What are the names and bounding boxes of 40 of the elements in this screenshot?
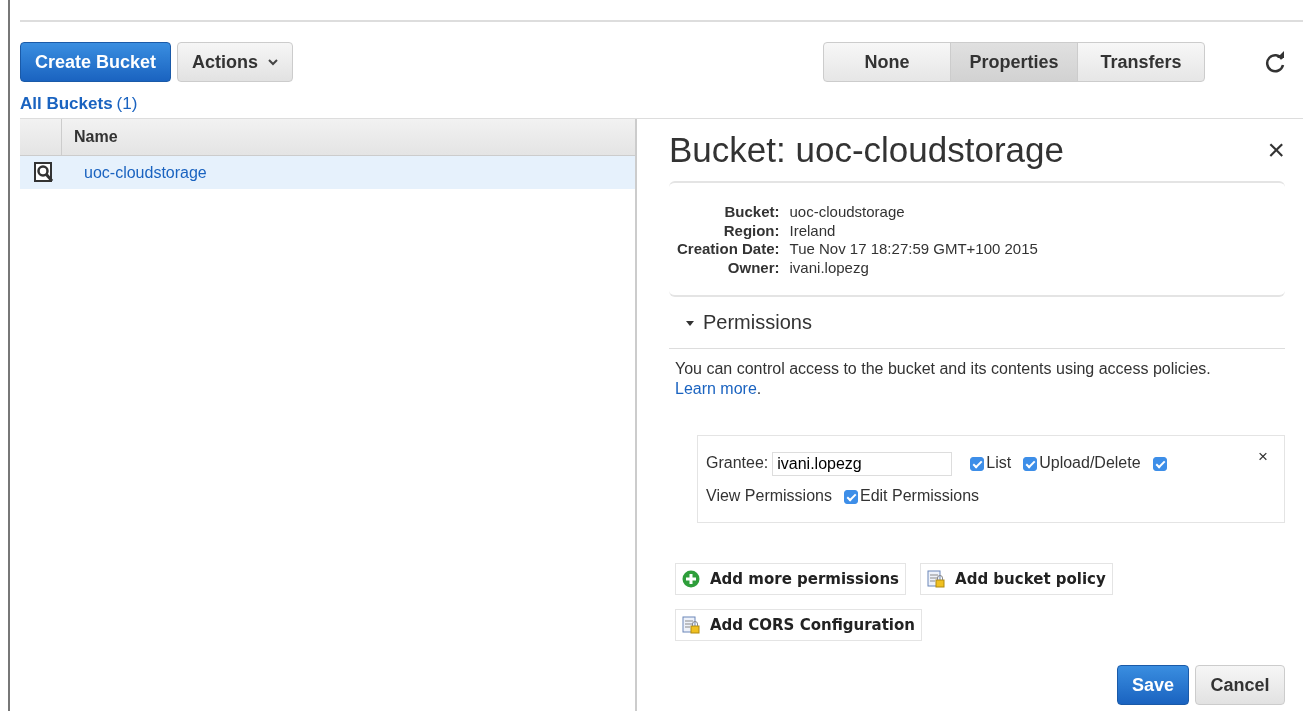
property-label: Bucket: xyxy=(723,203,780,222)
document-lock-icon xyxy=(682,616,700,634)
grantee-field[interactable]: ivani.lopezg xyxy=(772,451,953,476)
save-button[interactable]: Save xyxy=(1117,665,1189,705)
property-label: Creation Date: xyxy=(677,240,780,259)
permission-checkbox[interactable]: Edit Permissions xyxy=(843,487,980,504)
action-button[interactable]: Add more permissions xyxy=(675,563,907,595)
action-button[interactable]: Add CORS Configuration xyxy=(675,609,922,641)
view-tab[interactable]: Transfers xyxy=(1077,42,1205,82)
panel-title: Bucket: uoc-cloudstorage xyxy=(669,130,1064,170)
plus-circle-icon xyxy=(682,570,700,588)
property-label: Owner: xyxy=(726,258,780,277)
grantee-label: Grantee: xyxy=(706,454,769,471)
bucket-link[interactable]: uoc-cloudstorage xyxy=(84,163,207,182)
action-button[interactable]: Add bucket policy xyxy=(920,563,1113,595)
view-tab[interactable]: None xyxy=(823,42,951,82)
column-header[interactable]: Name xyxy=(62,119,118,155)
create-bucket-button[interactable]: Create Bucket xyxy=(20,42,172,82)
remove-button[interactable]: × xyxy=(1252,446,1274,468)
cancel-button[interactable]: Cancel xyxy=(1195,665,1285,705)
permissions-description: You can control access to the bucket and its contents using access policies. Learn more. xyxy=(675,359,1212,399)
property-value: Ireland xyxy=(789,221,837,240)
refresh-icon[interactable] xyxy=(1263,50,1287,74)
property-value: ivani.lopezg xyxy=(789,258,870,277)
bucket-row[interactable]: uoc-cloudstorage xyxy=(20,156,635,189)
permissions-header[interactable]: Permissions xyxy=(669,297,1285,349)
property-label: Region: xyxy=(722,221,780,240)
bucket-count: (1) xyxy=(116,94,138,115)
permission-checkbox[interactable]: Upload/Delete xyxy=(1023,454,1141,471)
property-value: uoc-cloudstorage xyxy=(789,203,906,222)
document-lock-icon xyxy=(927,570,946,588)
property-value: Tue Nov 17 18:27:59 GMT+100 2015 xyxy=(789,240,1039,259)
caret-icon xyxy=(685,318,695,327)
caret-icon xyxy=(268,58,279,66)
view-tab[interactable]: Properties xyxy=(950,42,1078,82)
permission-checkbox[interactable]: List xyxy=(970,454,1012,471)
all-buckets-link[interactable]: All Buckets xyxy=(20,94,113,116)
learn-more-link[interactable]: Learn more xyxy=(675,380,757,397)
close-button[interactable]: × xyxy=(1267,133,1285,167)
actions-button[interactable]: Actions xyxy=(177,42,294,82)
